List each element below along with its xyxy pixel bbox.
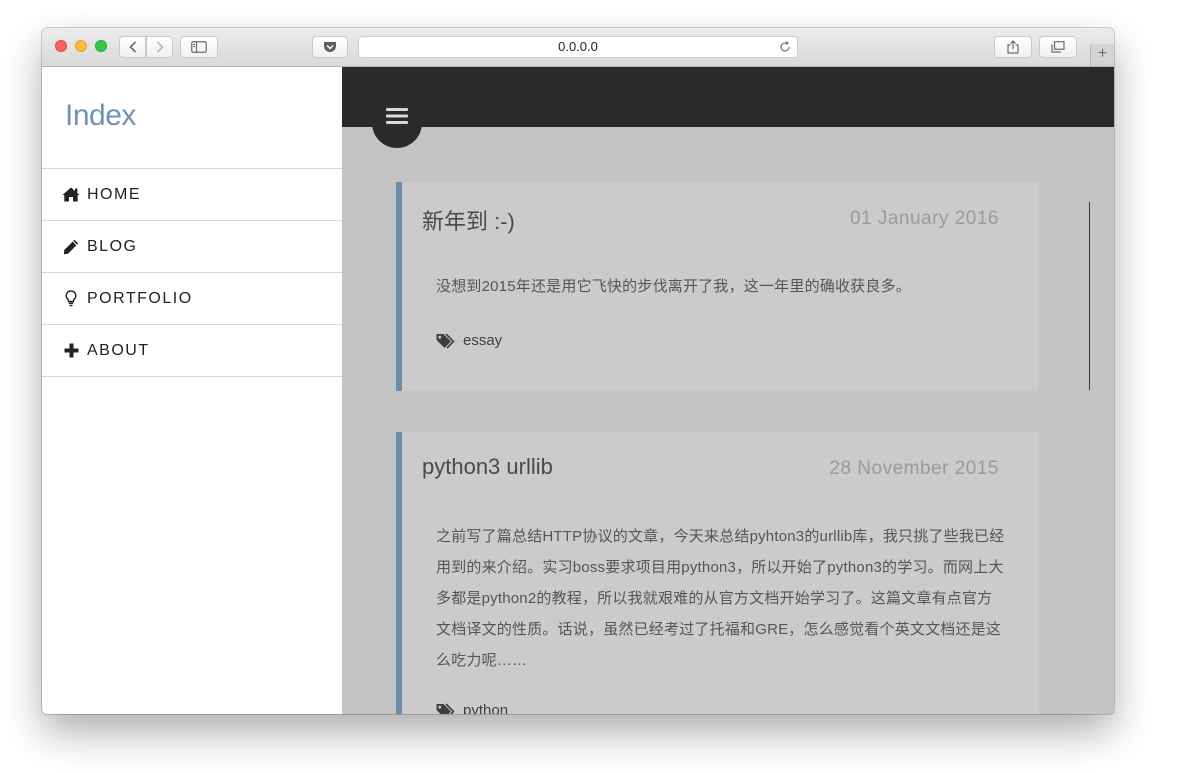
- hamburger-icon: [386, 108, 408, 124]
- forward-button[interactable]: [146, 36, 173, 58]
- pencil-icon: [61, 238, 81, 256]
- top-bar: [342, 67, 1114, 127]
- pocket-icon: [324, 42, 336, 52]
- new-tab-button[interactable]: +: [1090, 44, 1114, 66]
- sidebar-item-portfolio[interactable]: PORTFOLIO: [42, 273, 342, 325]
- post-date: 28 November 2015: [829, 458, 999, 479]
- post-title[interactable]: python3 urllib: [422, 454, 553, 480]
- sidebar-item-about[interactable]: ABOUT: [42, 325, 342, 377]
- site-brand[interactable]: Index: [65, 99, 136, 133]
- back-button[interactable]: [119, 36, 146, 58]
- tag-label: essay: [463, 332, 503, 349]
- scrollbar[interactable]: [1089, 202, 1090, 390]
- post-excerpt: 之前写了篇总结HTTP协议的文章，今天来总结pyhton3的urllib库，我只…: [436, 528, 1005, 669]
- tags-icon: [436, 702, 455, 714]
- plus-icon: +: [1097, 45, 1108, 62]
- address-text: 0.0.0.0: [558, 39, 598, 54]
- sidebar-item-blog[interactable]: BLOG: [42, 221, 342, 273]
- tags-icon: [436, 332, 455, 349]
- post-title[interactable]: 新年到 :-): [422, 204, 515, 236]
- chevron-left-icon: [128, 41, 136, 53]
- tag-label: python: [463, 702, 509, 714]
- minimize-window-button[interactable]: [75, 40, 87, 52]
- browser-toolbar: 0.0.0.0 +: [42, 28, 1114, 67]
- lightbulb-icon: [61, 290, 81, 308]
- share-icon: [1007, 40, 1019, 54]
- sidebar-item-label: PORTFOLIO: [87, 289, 193, 307]
- tabs-icon: [1051, 41, 1065, 53]
- chevron-right-icon: [156, 41, 164, 53]
- main-content: 新年到 :-) 01 January 2016 没想到2015年还是用它飞快的步…: [342, 67, 1114, 714]
- sidebar-toggle-button[interactable]: [180, 36, 218, 58]
- reload-icon[interactable]: [779, 37, 791, 59]
- post-date: 01 January 2016: [849, 208, 999, 229]
- menu-toggle-button[interactable]: [372, 98, 422, 148]
- sidebar-item-label: BLOG: [87, 237, 138, 255]
- post-tag[interactable]: essay: [436, 332, 502, 349]
- sidebar: Index HOME BLOG PORTFOLIO ABOUT: [42, 67, 342, 714]
- sidebar-item-home[interactable]: HOME: [42, 169, 342, 221]
- share-button[interactable]: [994, 36, 1032, 58]
- plus-icon: [61, 342, 81, 360]
- post-tag[interactable]: python: [436, 702, 508, 714]
- sidebar-item-label: HOME: [87, 185, 141, 203]
- tab-overview-button[interactable]: [1039, 36, 1077, 58]
- browser-window: 0.0.0.0 + Index HOME BLOG PORTFOLIO ABOU…: [42, 28, 1114, 714]
- close-window-button[interactable]: [55, 40, 67, 52]
- post-card: 新年到 :-) 01 January 2016 没想到2015年还是用它飞快的步…: [396, 182, 1039, 391]
- address-bar[interactable]: 0.0.0.0: [358, 36, 798, 58]
- zoom-window-button[interactable]: [95, 40, 107, 52]
- post-excerpt: 没想到2015年还是用它飞快的步伐离开了我，这一年里的确收获良多。: [436, 278, 911, 295]
- sidebar-icon: [191, 41, 207, 53]
- home-icon: [61, 186, 81, 204]
- post-card: python3 urllib 28 November 2015 之前写了篇总结H…: [396, 432, 1039, 714]
- pocket-button[interactable]: [312, 36, 348, 58]
- sidebar-item-label: ABOUT: [87, 341, 150, 359]
- sidebar-nav: HOME BLOG PORTFOLIO ABOUT: [42, 168, 342, 377]
